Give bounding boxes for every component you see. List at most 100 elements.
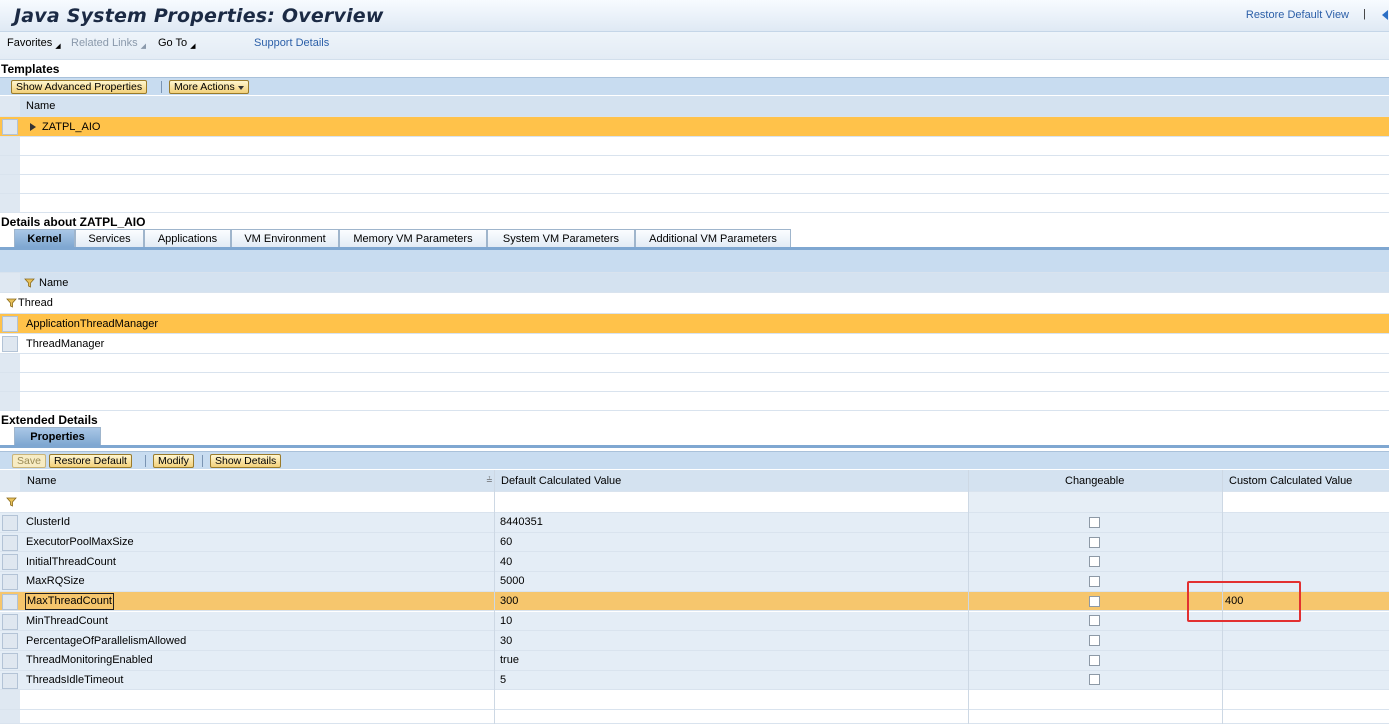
template-row[interactable]: ZATPL_AIO [0, 117, 1389, 137]
property-row[interactable]: MinThreadCount 10 [0, 611, 1389, 632]
property-row[interactable]: PercentageOfParallelismAllowed 30 [0, 631, 1389, 651]
changeable-checkbox[interactable] [1089, 556, 1100, 568]
empty-row [0, 175, 1389, 194]
column-divider [1222, 470, 1223, 724]
details-row[interactable]: ApplicationThreadManager [0, 314, 1389, 334]
row-selector[interactable] [2, 672, 18, 689]
property-name: InitialThreadCount [26, 555, 116, 568]
property-default-value: 10 [500, 614, 513, 627]
column-header-custom-value[interactable]: Custom Calculated Value [1229, 470, 1352, 491]
property-name: MinThreadCount [26, 614, 108, 627]
row-selector-column [0, 710, 20, 723]
tab-vm-environment[interactable]: VM Environment [231, 229, 339, 247]
show-advanced-properties-button[interactable]: Show Advanced Properties [11, 80, 148, 94]
dropdown-arrow-icon: ◢ [190, 43, 196, 50]
row-selector[interactable] [2, 515, 18, 531]
page-header: Java System Properties: Overview Restore… [0, 0, 1389, 32]
filter-icon[interactable] [6, 298, 17, 308]
tab-memory-vm-parameters[interactable]: Memory VM Parameters [339, 229, 487, 247]
go-to-menu[interactable]: Go To ◢ [158, 37, 196, 50]
changeable-checkbox[interactable] [1089, 575, 1100, 587]
extended-tabstrip: Properties [0, 426, 1389, 446]
row-selector[interactable] [2, 593, 18, 610]
row-selector-column [0, 156, 20, 174]
changeable-checkbox[interactable] [1089, 635, 1100, 647]
property-default-value: 5 [500, 673, 507, 686]
modify-button[interactable]: Modify [153, 454, 194, 468]
row-selector[interactable] [2, 554, 18, 571]
restore-default-button[interactable]: Restore Default [49, 454, 132, 468]
property-default-value: 30 [500, 634, 513, 647]
tab-applications[interactable]: Applications [144, 229, 231, 247]
templates-toolbar: Show Advanced Properties More Actions [0, 77, 1389, 95]
property-row[interactable]: MaxThreadCount 300 400 [0, 591, 1389, 612]
row-selector[interactable] [2, 316, 18, 332]
empty-row [0, 156, 1389, 175]
sort-icon[interactable]: ≟ [486, 470, 493, 491]
details-header-row: Name [0, 273, 1389, 293]
expand-arrow-icon[interactable] [30, 122, 36, 131]
property-row[interactable]: InitialThreadCount 40 [0, 552, 1389, 573]
tab-system-vm-parameters[interactable]: System VM Parameters [487, 229, 635, 247]
column-header-default-value[interactable]: Default Calculated Value [501, 470, 621, 491]
filter-row: Thread [0, 293, 1389, 314]
details-row[interactable]: ThreadManager [0, 334, 1389, 354]
tab-properties[interactable]: Properties [14, 427, 101, 445]
changeable-checkbox[interactable] [1089, 674, 1100, 686]
changeable-checkbox[interactable] [1089, 536, 1100, 548]
property-row[interactable]: ClusterId 8440351 [0, 513, 1389, 533]
row-selector[interactable] [2, 652, 18, 669]
support-details-link[interactable]: Support Details [254, 37, 329, 49]
changeable-checkbox[interactable] [1089, 615, 1100, 627]
row-selector-column [0, 194, 20, 212]
row-selector-column [0, 373, 20, 391]
tab-kernel[interactable]: Kernel [14, 229, 75, 247]
row-selector[interactable] [2, 574, 18, 591]
changeable-checkbox[interactable] [1089, 516, 1100, 528]
changeable-checkbox[interactable] [1089, 595, 1100, 607]
column-divider [494, 470, 495, 724]
row-selector[interactable] [2, 534, 18, 551]
changeable-filter-cell[interactable] [968, 492, 1222, 512]
dropdown-arrow-icon: ◢ [140, 43, 147, 50]
changeable-checkbox[interactable] [1089, 654, 1100, 666]
changeable-cell [1089, 592, 1100, 611]
filter-input[interactable]: Thread [18, 297, 53, 309]
more-actions-button[interactable]: More Actions [169, 80, 249, 94]
empty-row [0, 392, 1389, 411]
tab-services[interactable]: Services [75, 229, 144, 247]
row-selector[interactable] [2, 633, 18, 650]
row-selector[interactable] [2, 119, 18, 135]
details-tabstrip: Kernel Services Applications VM Environm… [0, 228, 1389, 248]
column-header-name[interactable]: Name [26, 96, 55, 116]
navigation-arrow-icon[interactable] [1379, 9, 1389, 21]
related-links-menu[interactable]: Related Links ◢ [71, 37, 146, 50]
row-selector-column [0, 137, 20, 155]
property-row[interactable]: ThreadsIdleTimeout 5 [0, 670, 1389, 691]
properties-toolbar: Save Restore Default Modify Show Details [0, 451, 1389, 469]
column-header-name[interactable]: Name [39, 277, 68, 289]
column-header-name[interactable]: Name [27, 470, 56, 491]
column-header-changeable[interactable]: Changeable [1065, 470, 1124, 491]
details-row-name: ApplicationThreadManager [26, 317, 159, 330]
property-row[interactable]: ExecutorPoolMaxSize 60 [0, 532, 1389, 553]
property-custom-value[interactable]: 400 [1225, 592, 1243, 611]
restore-default-view-link[interactable]: Restore Default View [1246, 9, 1349, 21]
tab-additional-vm-parameters[interactable]: Additional VM Parameters [635, 229, 791, 247]
property-default-value: 300 [500, 595, 519, 608]
property-name: MaxRQSize [26, 575, 85, 588]
show-details-button[interactable]: Show Details [210, 454, 282, 468]
menu-bar: Favorites ◢ Related Links ◢ Go To ◢ Support… [0, 32, 1389, 60]
row-selector[interactable] [2, 613, 18, 630]
dropdown-arrow-icon: ◢ [55, 43, 61, 50]
property-name: MaxThreadCount [25, 592, 114, 610]
property-row[interactable]: MaxRQSize 5000 [0, 572, 1389, 592]
row-selector[interactable] [2, 336, 18, 352]
filter-icon[interactable] [6, 497, 17, 507]
property-row[interactable]: ThreadMonitoringEnabled true [0, 650, 1389, 671]
details-toolbar [0, 250, 1389, 273]
toolbar-separator [202, 455, 203, 467]
save-button[interactable]: Save [12, 454, 46, 468]
filter-icon[interactable] [24, 278, 35, 288]
favorites-menu[interactable]: Favorites ◢ [7, 37, 61, 50]
